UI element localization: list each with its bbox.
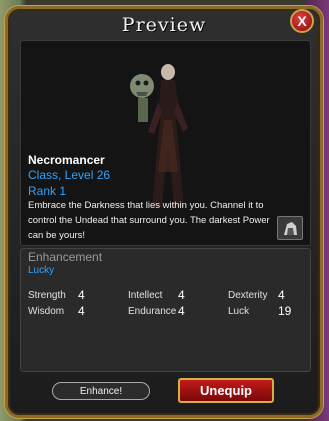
item-name: Necromancer [28, 153, 105, 167]
stat-value: 4 [178, 304, 185, 318]
stat-value: 19 [278, 304, 292, 318]
enhancement-value: Lucky [28, 265, 55, 276]
stat-name: Endurance [128, 306, 177, 317]
stat-name: Strength [28, 290, 66, 301]
title-bar: Preview [10, 10, 318, 40]
stat-value: 4 [78, 288, 85, 302]
hood-icon [284, 222, 297, 235]
stat-value: 4 [78, 304, 85, 318]
unequip-button[interactable]: Unequip [178, 378, 274, 403]
item-description: Embrace the Darkness that lies within yo… [28, 200, 270, 241]
stat-name: Luck [228, 306, 250, 317]
stat-value: 4 [278, 288, 285, 302]
enhance-button[interactable]: Enhance! [52, 382, 150, 400]
try-on-icon[interactable] [277, 216, 303, 240]
window-title: Preview [121, 14, 207, 36]
character-portrait [130, 64, 188, 207]
close-button[interactable]: X [290, 9, 314, 33]
stat-name: Wisdom [28, 306, 65, 317]
enhancement-title: Enhancement [28, 250, 103, 264]
stat-value: 4 [178, 288, 185, 302]
item-rank: Rank 1 [28, 184, 67, 198]
item-type-level: Class, Level 26 [28, 168, 111, 182]
stat-name: Dexterity [228, 290, 268, 301]
stat-name: Intellect [128, 290, 163, 301]
